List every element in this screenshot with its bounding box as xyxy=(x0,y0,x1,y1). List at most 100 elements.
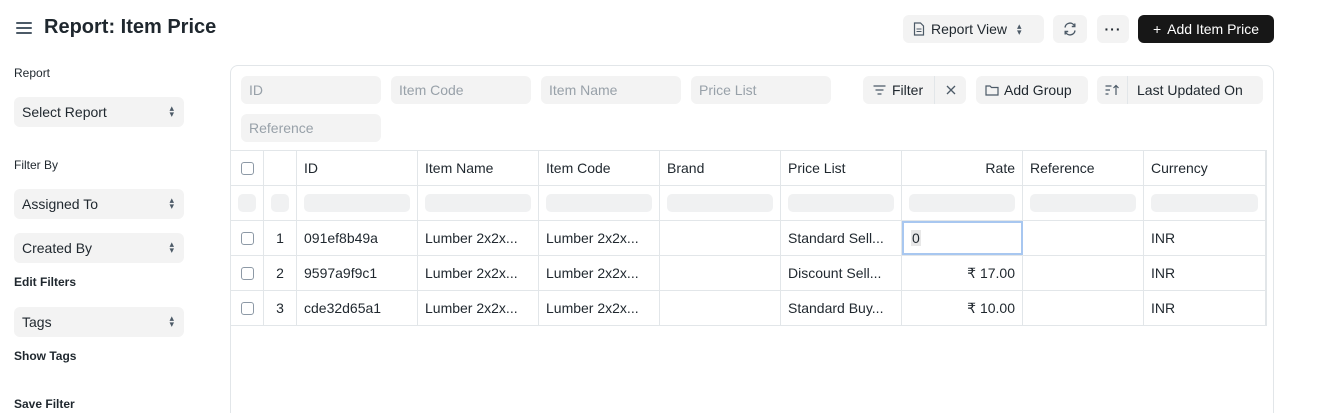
sort-direction-button[interactable] xyxy=(1097,76,1128,104)
row-checkbox[interactable] xyxy=(240,301,254,315)
column-header-item-name[interactable]: Item Name xyxy=(418,151,539,185)
id-filter-input[interactable]: ID xyxy=(241,76,381,104)
save-filter-link[interactable]: Save Filter xyxy=(14,397,75,411)
row-number: 2 xyxy=(264,256,297,290)
cell-brand[interactable] xyxy=(660,256,781,290)
filter-cell xyxy=(418,186,539,220)
column-header-price-list[interactable]: Price List xyxy=(781,151,902,185)
filter-field xyxy=(238,194,256,212)
row-number: 1 xyxy=(264,221,297,255)
cell-brand[interactable] xyxy=(660,291,781,325)
item-name-column-filter[interactable] xyxy=(425,194,531,212)
cell-item-name[interactable]: Lumber 2x2x... xyxy=(418,291,539,325)
cell-price-list[interactable]: Standard Buy... xyxy=(781,291,902,325)
cell-item-name[interactable]: Lumber 2x2x... xyxy=(418,256,539,290)
refresh-button[interactable] xyxy=(1053,15,1087,43)
column-header-rate[interactable]: Rate xyxy=(902,151,1023,185)
page-header: Report: Item Price Report View ▴ ▾ ··· + … xyxy=(0,0,1317,58)
table-row[interactable]: 3 cde32d65a1 Lumber 2x2x... Lumber 2x2x.… xyxy=(231,291,1267,326)
column-header-id[interactable]: ID xyxy=(297,151,418,185)
column-header-currency[interactable]: Currency xyxy=(1144,151,1267,185)
cell-reference[interactable] xyxy=(1023,291,1144,325)
plus-icon: + xyxy=(1152,21,1162,37)
column-header-brand[interactable]: Brand xyxy=(660,151,781,185)
created-by-dropdown[interactable]: Created By ▴ ▾ xyxy=(14,233,184,263)
add-group-label: Add Group xyxy=(1004,82,1072,98)
item-name-filter-input[interactable]: Item Name xyxy=(541,76,681,104)
price-list-column-filter[interactable] xyxy=(788,194,894,212)
filter-label: Filter xyxy=(892,82,924,98)
cell-price-list[interactable]: Standard Sell... xyxy=(781,221,902,255)
cell-currency[interactable]: INR xyxy=(1144,291,1267,325)
chevron-updown-icon: ▴ ▾ xyxy=(169,239,174,255)
brand-column-filter[interactable] xyxy=(667,194,773,212)
report-view-button[interactable]: Report View ▴ ▾ xyxy=(903,15,1044,43)
reference-column-filter[interactable] xyxy=(1030,194,1136,212)
cell-currency[interactable]: INR xyxy=(1144,256,1267,290)
cell-item-name[interactable]: Lumber 2x2x... xyxy=(418,221,539,255)
filter-button-group: Filter xyxy=(863,76,966,104)
assigned-to-dropdown[interactable]: Assigned To ▴ ▾ xyxy=(14,189,184,219)
currency-column-filter[interactable] xyxy=(1151,194,1258,212)
cell-reference[interactable] xyxy=(1023,221,1144,255)
chevron-updown-icon: ▴ ▾ xyxy=(169,313,174,329)
item-code-filter-input[interactable]: Item Code xyxy=(391,76,531,104)
cell-id[interactable]: 9597a9f9c1 xyxy=(297,256,418,290)
assigned-to-value: Assigned To xyxy=(22,196,99,212)
cell-id[interactable]: 091ef8b49a xyxy=(297,221,418,255)
cell-item-code[interactable]: Lumber 2x2x... xyxy=(539,221,660,255)
cell-item-code[interactable]: Lumber 2x2x... xyxy=(539,256,660,290)
rate-edit-input[interactable]: 0 xyxy=(911,230,921,246)
sort-field-button[interactable]: Last Updated On xyxy=(1128,82,1243,98)
filter-cell xyxy=(264,186,297,220)
refresh-icon xyxy=(1064,22,1076,36)
row-number-header xyxy=(264,151,297,185)
cell-price-list[interactable]: Discount Sell... xyxy=(781,256,902,290)
edit-filters-link[interactable]: Edit Filters xyxy=(14,275,76,289)
cell-item-code[interactable]: Lumber 2x2x... xyxy=(539,291,660,325)
chevron-updown-icon: ▴ ▾ xyxy=(169,195,174,211)
cell-id[interactable]: cde32d65a1 xyxy=(297,291,418,325)
show-tags-link[interactable]: Show Tags xyxy=(14,349,76,363)
item-code-column-filter[interactable] xyxy=(546,194,652,212)
table-row[interactable]: 1 091ef8b49a Lumber 2x2x... Lumber 2x2x.… xyxy=(231,221,1267,256)
reference-filter-input[interactable]: Reference xyxy=(241,114,381,142)
select-report-value: Select Report xyxy=(22,104,107,120)
rate-column-filter[interactable] xyxy=(909,194,1015,212)
column-header-reference[interactable]: Reference xyxy=(1023,151,1144,185)
row-select-cell xyxy=(231,256,264,290)
row-checkbox[interactable] xyxy=(240,266,254,280)
cell-rate[interactable]: ₹ 10.00 xyxy=(902,291,1023,325)
tags-dropdown[interactable]: Tags ▴ ▾ xyxy=(14,307,184,337)
cell-reference[interactable] xyxy=(1023,256,1144,290)
sort-button-group: Last Updated On xyxy=(1097,76,1263,104)
add-item-price-button[interactable]: + Add Item Price xyxy=(1138,15,1274,43)
select-all-checkbox[interactable] xyxy=(240,161,254,175)
filter-button[interactable]: Filter xyxy=(863,76,935,104)
page-title: Report: Item Price xyxy=(44,16,217,38)
id-column-filter[interactable] xyxy=(304,194,410,212)
price-list-filter-input[interactable]: Price List xyxy=(691,76,831,104)
filter-cell xyxy=(781,186,902,220)
filter-cell xyxy=(297,186,418,220)
hamburger-icon[interactable] xyxy=(16,20,32,36)
table-row[interactable]: 2 9597a9f9c1 Lumber 2x2x... Lumber 2x2x.… xyxy=(231,256,1267,291)
filter-cell xyxy=(1144,186,1267,220)
filter-icon xyxy=(873,85,886,95)
report-label: Report xyxy=(14,66,51,80)
row-checkbox[interactable] xyxy=(240,231,254,245)
cell-rate[interactable]: ₹ 17.00 xyxy=(902,256,1023,290)
report-view-label: Report View xyxy=(931,21,1008,37)
filter-cell xyxy=(539,186,660,220)
created-by-value: Created By xyxy=(22,240,93,256)
add-group-button[interactable]: Add Group xyxy=(976,76,1088,104)
cell-rate-editing[interactable]: 0 xyxy=(902,221,1023,255)
column-header-item-code[interactable]: Item Code xyxy=(539,151,660,185)
grid-filter-row xyxy=(231,186,1267,221)
clear-filter-button[interactable] xyxy=(935,76,966,104)
more-options-button[interactable]: ··· xyxy=(1097,15,1129,43)
tags-value: Tags xyxy=(22,314,52,330)
cell-currency[interactable]: INR xyxy=(1144,221,1267,255)
select-report-dropdown[interactable]: Select Report ▴ ▾ xyxy=(14,97,184,127)
cell-brand[interactable] xyxy=(660,221,781,255)
